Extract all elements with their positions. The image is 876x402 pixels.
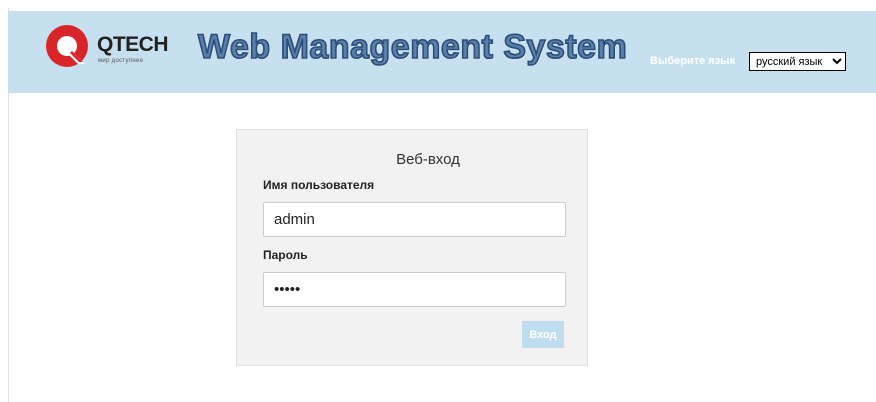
username-label: Имя пользователя: [263, 178, 375, 192]
login-card: Веб-вход Имя пользователя Пароль Вход: [236, 129, 588, 366]
logo-tagline: мир доступнее: [98, 58, 144, 64]
qtech-logo[interactable]: QTECH мир доступнее: [45, 24, 185, 74]
language-label: Выберите язык: [650, 55, 736, 67]
language-select[interactable]: русский язык: [749, 52, 846, 71]
password-input[interactable]: [263, 272, 566, 307]
logo-brand-text: QTECH: [97, 33, 169, 56]
login-title: Веб-вход: [396, 151, 460, 168]
qtech-logo-icon: [46, 25, 88, 67]
username-input[interactable]: [263, 202, 566, 237]
header-bar: QTECH мир доступнее Web Management Syste…: [8, 11, 876, 93]
login-button[interactable]: Вход: [522, 321, 564, 348]
password-label: Пароль: [263, 248, 308, 262]
app-title: Web Management System: [197, 27, 628, 67]
